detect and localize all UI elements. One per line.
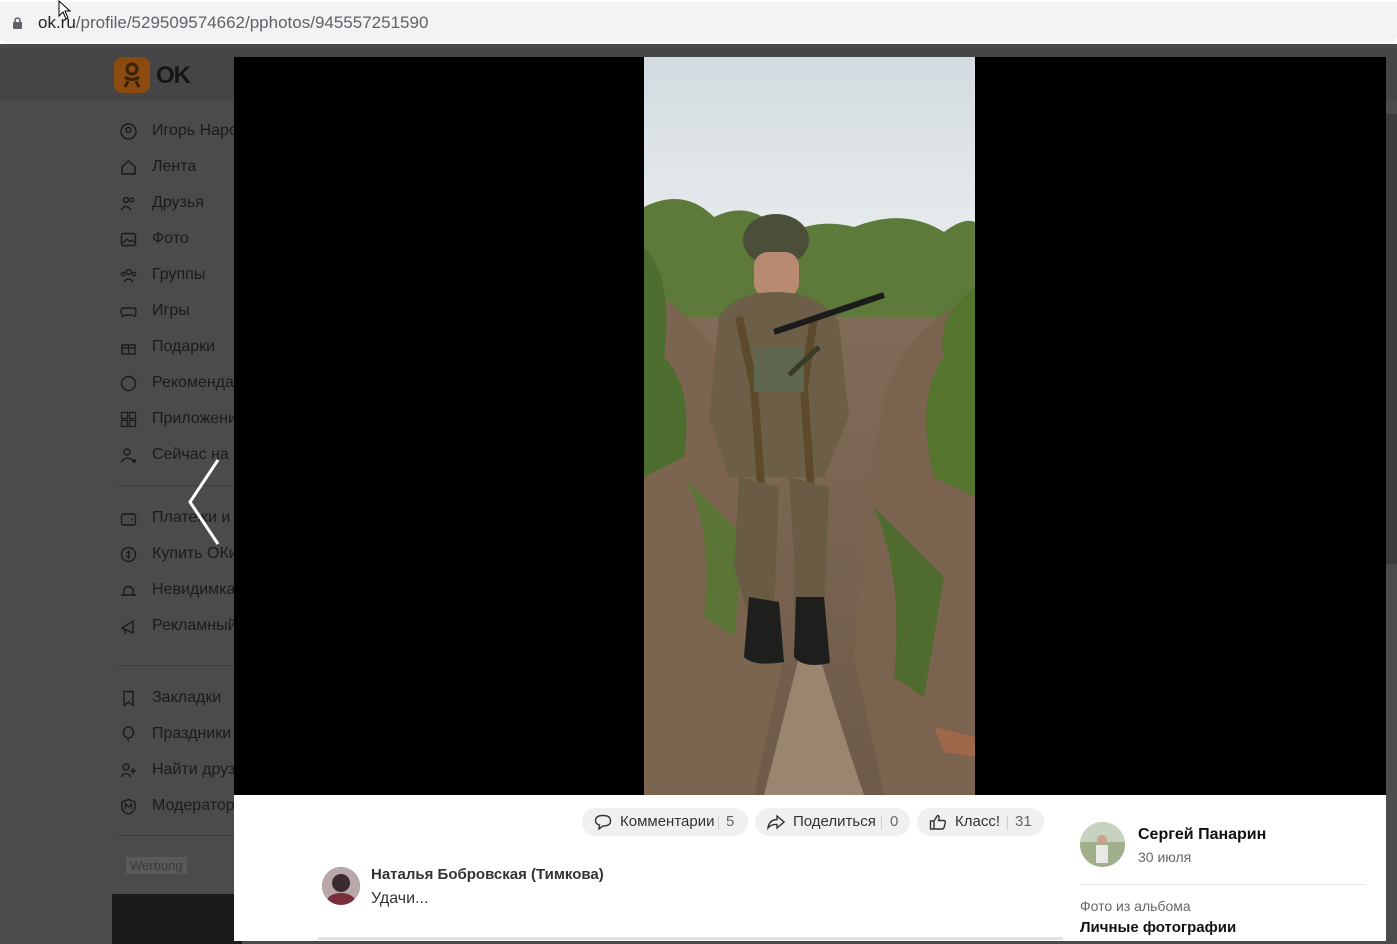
menu-divider xyxy=(118,835,248,836)
like-count: 31 xyxy=(1015,813,1032,830)
wallet-icon xyxy=(120,513,137,526)
compass-icon xyxy=(120,375,137,392)
menu-label: Фото xyxy=(152,230,189,247)
share-label: Поделиться xyxy=(793,813,876,830)
apps-icon xyxy=(120,411,137,428)
menu-label: Найти друз xyxy=(152,761,236,778)
album-caption: Фото из альбома xyxy=(1080,898,1191,914)
moderator-icon xyxy=(121,798,136,815)
hat-icon xyxy=(121,585,136,596)
photo-image xyxy=(644,57,975,795)
gamepad-icon xyxy=(120,307,137,318)
menu-label: Игорь Наро xyxy=(152,122,238,139)
ok-logo-icon[interactable] xyxy=(114,57,150,93)
menu-label: Рекламный xyxy=(152,617,237,634)
browser-address-bar: ok.ru/profile/529509574662/pphotos/94555… xyxy=(0,0,1397,44)
comments-button[interactable]: Комментарии 5 xyxy=(582,808,748,836)
owner-name[interactable]: Сергей Панарин xyxy=(1138,826,1266,844)
menu-divider xyxy=(118,485,248,486)
divider xyxy=(1080,884,1364,885)
menu-label: Невидимка xyxy=(152,581,236,598)
menu-label: Приложени xyxy=(152,410,237,427)
album-name-link[interactable]: Личные фотографии xyxy=(1080,919,1236,936)
comment-text: Удачи... xyxy=(371,890,429,907)
right-ad-strip xyxy=(1386,114,1397,564)
menu-label: Рекоменда xyxy=(152,374,234,391)
url-field[interactable]: ok.ru/profile/529509574662/pphotos/94555… xyxy=(0,2,1397,42)
menu-label: Игры xyxy=(152,302,190,319)
photo-info-panel: Комментарии 5 Поделиться 0 Класс! 31 Нат… xyxy=(234,795,1386,941)
user-online-icon xyxy=(120,448,136,463)
megaphone-icon xyxy=(120,619,134,635)
url-text: ok.ru/profile/529509574662/pphotos/94555… xyxy=(38,13,428,33)
like-label: Класс! xyxy=(955,813,1000,830)
menu-divider xyxy=(118,665,248,666)
groups-icon xyxy=(120,268,137,283)
pill-divider xyxy=(1007,815,1008,830)
share-icon xyxy=(767,814,785,830)
comment-input-bar[interactable] xyxy=(318,937,1063,940)
url-path: /profile/529509574662/pphotos/9455572515… xyxy=(75,13,429,32)
comment-icon xyxy=(594,814,612,830)
logo-text: OK xyxy=(156,62,191,89)
balloon-icon xyxy=(122,726,135,743)
photo-icon xyxy=(120,232,137,247)
lock-icon xyxy=(13,17,22,29)
mouse-cursor-icon xyxy=(58,0,72,20)
pill-divider xyxy=(881,815,882,830)
photo[interactable] xyxy=(644,57,975,795)
share-button[interactable]: Поделиться 0 xyxy=(755,808,910,836)
previous-photo-arrow-icon[interactable] xyxy=(186,458,222,548)
photo-viewer xyxy=(234,57,1386,795)
bookmark-icon xyxy=(123,690,134,707)
menu-label: Лента xyxy=(152,158,197,175)
share-count: 0 xyxy=(890,813,899,830)
commenter-name[interactable]: Наталья Бобровская (Тимкова) xyxy=(371,866,604,883)
thumbs-up-icon xyxy=(929,814,947,830)
comments-label: Комментарии xyxy=(620,813,715,830)
menu-label: Праздники xyxy=(152,725,232,742)
comments-count: 5 xyxy=(726,813,735,830)
menu-label: Подарки xyxy=(152,338,216,355)
ad-banner[interactable] xyxy=(112,894,242,944)
photo-date: 30 июля xyxy=(1138,849,1192,865)
friends-icon xyxy=(120,196,135,211)
ad-label: Werbung xyxy=(126,857,187,874)
owner-avatar[interactable] xyxy=(1080,822,1125,867)
menu-label: Закладки xyxy=(152,689,222,706)
menu-label: Друзья xyxy=(152,194,204,211)
home-icon xyxy=(121,159,136,175)
coin-icon xyxy=(120,546,137,563)
pill-divider xyxy=(718,815,719,830)
add-friend-icon xyxy=(120,763,136,778)
user-icon xyxy=(120,123,137,140)
menu-label: Группы xyxy=(152,266,206,283)
like-button[interactable]: Класс! 31 xyxy=(917,808,1044,836)
commenter-avatar[interactable] xyxy=(322,867,360,905)
menu-label: Модератор xyxy=(152,797,235,814)
gift-icon xyxy=(121,344,136,355)
